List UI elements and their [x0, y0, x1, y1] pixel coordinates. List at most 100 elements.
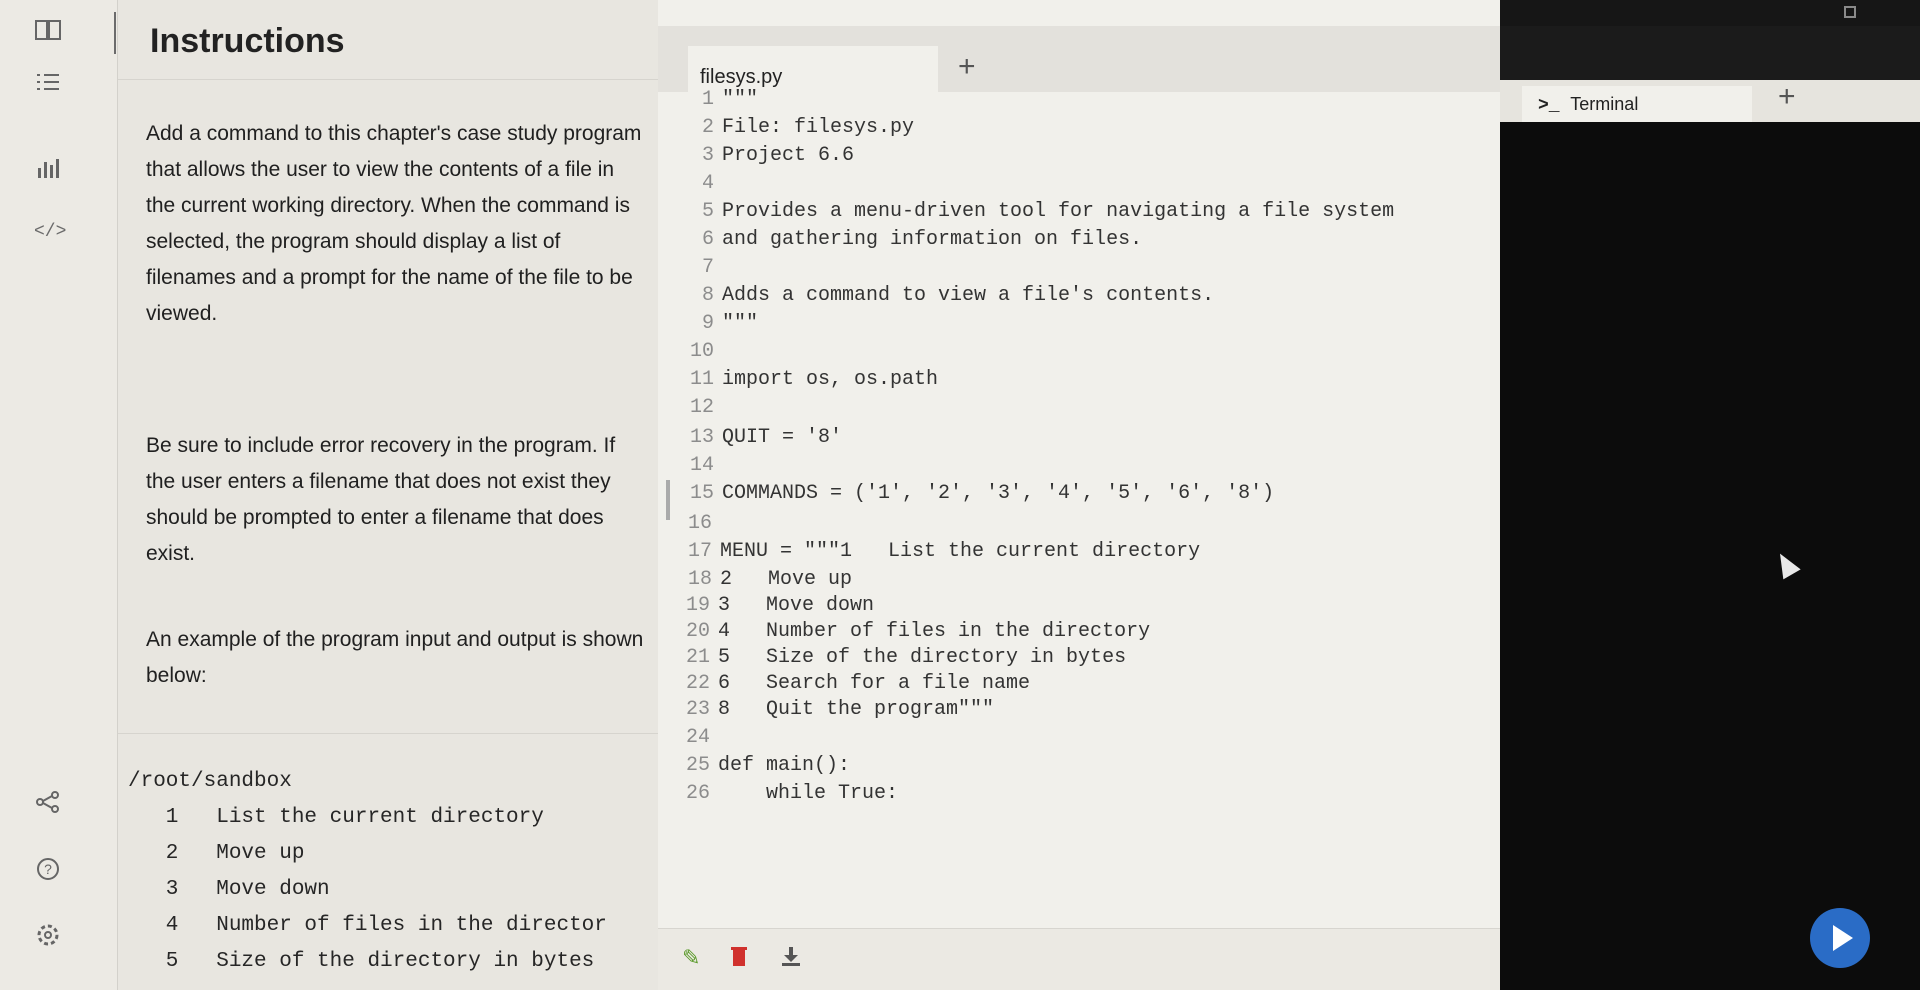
line-number: 18 — [687, 568, 712, 591]
code-line: 25 def main(): — [674, 754, 850, 782]
code-text: """ — [722, 312, 759, 335]
pencil-icon[interactable]: ✎ — [682, 945, 700, 971]
code-line: 22 6 Search for a file name — [674, 672, 1030, 700]
line-number: 20 — [685, 620, 710, 643]
divider — [114, 12, 116, 54]
code-line: 2 File: filesys.py — [678, 116, 914, 144]
line-number: 9 — [701, 312, 714, 335]
code-text: and gathering information on files. — [722, 228, 1143, 251]
add-tab-button[interactable]: + — [958, 50, 976, 84]
line-number: 11 — [689, 368, 714, 391]
code-text: 4 Number of files in the directory — [718, 620, 1151, 643]
code-icon[interactable]: </> — [34, 218, 66, 246]
sample-line: 4 Number of files in the director — [128, 914, 607, 937]
line-number: 13 — [689, 426, 714, 449]
line-number: 17 — [687, 540, 712, 563]
code-area[interactable]: 1 """ 2 File: filesys.py 3 Project 6.6 4 5 Provi… — [678, 88, 1500, 928]
line-number: 7 — [701, 256, 714, 279]
sample-line: 1 List the current directory — [128, 806, 544, 829]
instructions-paragraph-1: Add a command to this chapter's case stu… — [146, 122, 642, 325]
line-number: 4 — [701, 172, 714, 195]
line-number: 10 — [689, 340, 714, 363]
editor-toolbar: ✎ — [658, 928, 1500, 990]
code-line: 1 """ — [678, 88, 758, 116]
code-line: 6 and gathering information on files. — [678, 228, 1142, 256]
settings-icon[interactable] — [34, 922, 62, 950]
code-line: 23 8 Quit the program""" — [674, 698, 994, 726]
code-text: import os, os.path — [722, 368, 939, 391]
terminal-tab-bar: >_ Terminal + — [1500, 80, 1920, 122]
code-line: 26 while True: — [674, 782, 898, 810]
code-line: 3 Project 6.6 — [678, 144, 854, 172]
code-text: 6 Search for a file name — [718, 672, 1031, 695]
code-text: Provides a menu-driven tool for navigati… — [722, 200, 1395, 223]
list-icon[interactable] — [34, 70, 62, 98]
terminal-output[interactable] — [1500, 122, 1920, 990]
line-number: 12 — [689, 396, 714, 419]
code-text: Adds a command to view a file's contents… — [722, 284, 1215, 307]
code-text: 2 Move up — [720, 568, 853, 591]
terminal-icon: >_ — [1538, 96, 1560, 116]
sample-line: 5 Size of the directory in bytes — [128, 950, 595, 973]
code-line: 17 MENU = """1 List the current directory — [676, 540, 1200, 568]
code-line: 4 — [678, 172, 722, 200]
code-text: """ — [722, 88, 759, 111]
tab-terminal[interactable]: >_ Terminal — [1522, 86, 1752, 122]
code-line: 15 COMMANDS = ('1', '2', '3', '4', '5', '… — [678, 482, 1274, 510]
line-number: 1 — [701, 88, 714, 111]
editor-scrollbar[interactable] — [666, 480, 670, 520]
line-number: 16 — [687, 512, 712, 535]
code-text: Project 6.6 — [722, 144, 855, 167]
code-editor: filesys.py + 1 """ 2 File: filesys.py 3 Proje… — [658, 0, 1500, 990]
line-number: 23 — [685, 698, 710, 721]
line-number: 26 — [685, 782, 710, 805]
code-line: 20 4 Number of files in the directory — [674, 620, 1150, 648]
instructions-paragraph-3: An example of the program input and outp… — [146, 628, 644, 687]
chart-icon[interactable] — [34, 156, 62, 184]
trash-icon[interactable] — [730, 945, 748, 973]
code-text: def main(): — [718, 754, 851, 777]
code-line: 16 — [676, 512, 720, 540]
line-number: 25 — [685, 754, 710, 777]
help-icon[interactable]: ? — [34, 856, 62, 884]
line-number: 5 — [701, 200, 714, 223]
line-number: 19 — [685, 594, 710, 617]
line-number: 8 — [701, 284, 714, 307]
code-text: 5 Size of the directory in bytes — [718, 646, 1127, 669]
code-text: while True: — [718, 782, 899, 805]
instructions-header: Instructions — [114, 0, 658, 80]
code-line: 5 Provides a menu-driven tool for navigat… — [678, 200, 1394, 228]
code-line: 19 3 Move down — [674, 594, 874, 622]
share-icon[interactable] — [34, 790, 62, 818]
download-icon[interactable] — [780, 945, 802, 973]
code-text: COMMANDS = ('1', '2', '3', '4', '5', '6'… — [722, 482, 1275, 505]
sample-line: /root/sandbox — [128, 770, 292, 793]
code-line: 11 import os, os.path — [678, 368, 938, 396]
code-text: 8 Quit the program""" — [718, 698, 995, 721]
left-rail: </> ? — [0, 0, 118, 990]
code-line: 21 5 Size of the directory in bytes — [674, 646, 1126, 674]
terminal-tab-label: Terminal — [1570, 94, 1639, 114]
editor-tab-bar: filesys.py + — [658, 26, 1500, 112]
sample-line: 3 Move down — [128, 878, 330, 901]
divider — [118, 733, 658, 734]
line-number: 2 — [701, 116, 714, 139]
code-line: 14 — [678, 454, 722, 482]
add-terminal-button[interactable]: + — [1778, 80, 1796, 114]
line-number: 22 — [685, 672, 710, 695]
line-number: 15 — [689, 482, 714, 505]
code-text: MENU = """1 List the current directory — [720, 540, 1201, 563]
code-text: QUIT = '8' — [722, 426, 843, 449]
svg-text:?: ? — [44, 861, 52, 877]
code-line: 8 Adds a command to view a file's content… — [678, 284, 1214, 312]
tab-label: filesys.py — [700, 66, 783, 88]
instructions-panel: Instructions Add a command to this chapt… — [114, 0, 658, 990]
code-text: File: filesys.py — [722, 116, 915, 139]
code-line: 18 2 Move up — [676, 568, 852, 596]
instructions-title: Instructions — [150, 22, 345, 60]
run-button[interactable] — [1810, 908, 1870, 968]
window-maximize-icon[interactable] — [1844, 6, 1856, 18]
book-icon[interactable] — [34, 18, 62, 46]
sample-line: 2 Move up — [128, 842, 305, 865]
line-number: 24 — [685, 726, 710, 749]
